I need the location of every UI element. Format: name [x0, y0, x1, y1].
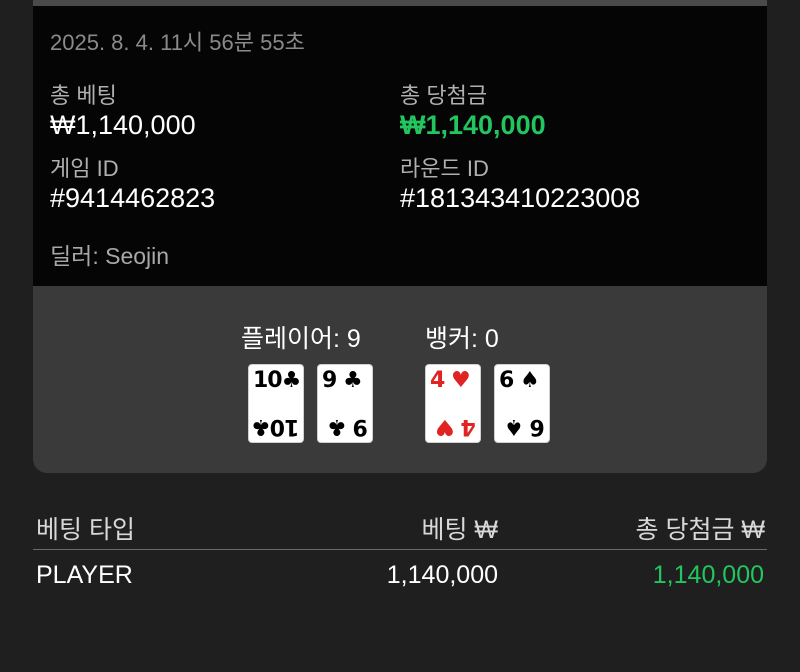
card-rank-suit: 4 ♥	[430, 368, 471, 393]
banker-score-label: 뱅커: 0	[425, 325, 499, 353]
total-bet-value: ₩1,140,000	[50, 110, 196, 140]
total-win-value: ₩1,140,000	[400, 110, 546, 140]
card-rank-suit: 6 ♠	[499, 368, 540, 393]
game-id-value: #9414462823	[50, 183, 216, 213]
dealer-name: 딜러: Seojin	[50, 243, 170, 269]
round-id-label: 라운드 ID	[400, 156, 489, 181]
banker-card-1: 4 ♥ 4 ♥	[425, 364, 481, 443]
card-rank-suit-inverted: 9 ♣	[328, 414, 368, 439]
banker-card-2: 6 ♠ 6 ♠	[494, 364, 550, 443]
column-header-total-win: 총 당첨금 ₩	[635, 516, 766, 544]
round-detail-card: 2025. 8. 4. 11시 56분 55초 총 베팅 ₩1,140,000 …	[33, 0, 767, 473]
total-win-label: 총 당첨금	[400, 83, 488, 108]
round-timestamp: 2025. 8. 4. 11시 56분 55초	[50, 30, 305, 55]
card-rank-suit: 9 ♣	[322, 368, 363, 393]
column-header-bet-type: 베팅 타입	[36, 516, 135, 544]
player-score-label: 플레이어: 9	[241, 325, 361, 353]
row-bet-amount: 1,140,000	[386, 561, 498, 589]
column-header-bet: 베팅 ₩	[421, 516, 498, 544]
row-bet-type: PLAYER	[36, 561, 133, 589]
row-win-amount: 1,140,000	[652, 561, 764, 589]
card-rank-suit-inverted: 10♣	[251, 414, 299, 439]
player-card-2: 9 ♣ 9 ♣	[317, 364, 373, 443]
card-rank-suit: 10♣	[253, 368, 301, 393]
game-id-label: 게임 ID	[50, 156, 119, 181]
table-divider	[33, 549, 767, 550]
total-bet-label: 총 베팅	[50, 83, 117, 108]
player-card-1: 10♣ 10♣	[248, 364, 304, 443]
round-info-panel: 2025. 8. 4. 11시 56분 55초 총 베팅 ₩1,140,000 …	[33, 6, 767, 286]
card-rank-suit-inverted: 6 ♠	[505, 414, 545, 439]
round-id-value: #181343410223008	[400, 183, 641, 213]
card-rank-suit-inverted: 4 ♥	[436, 414, 476, 439]
